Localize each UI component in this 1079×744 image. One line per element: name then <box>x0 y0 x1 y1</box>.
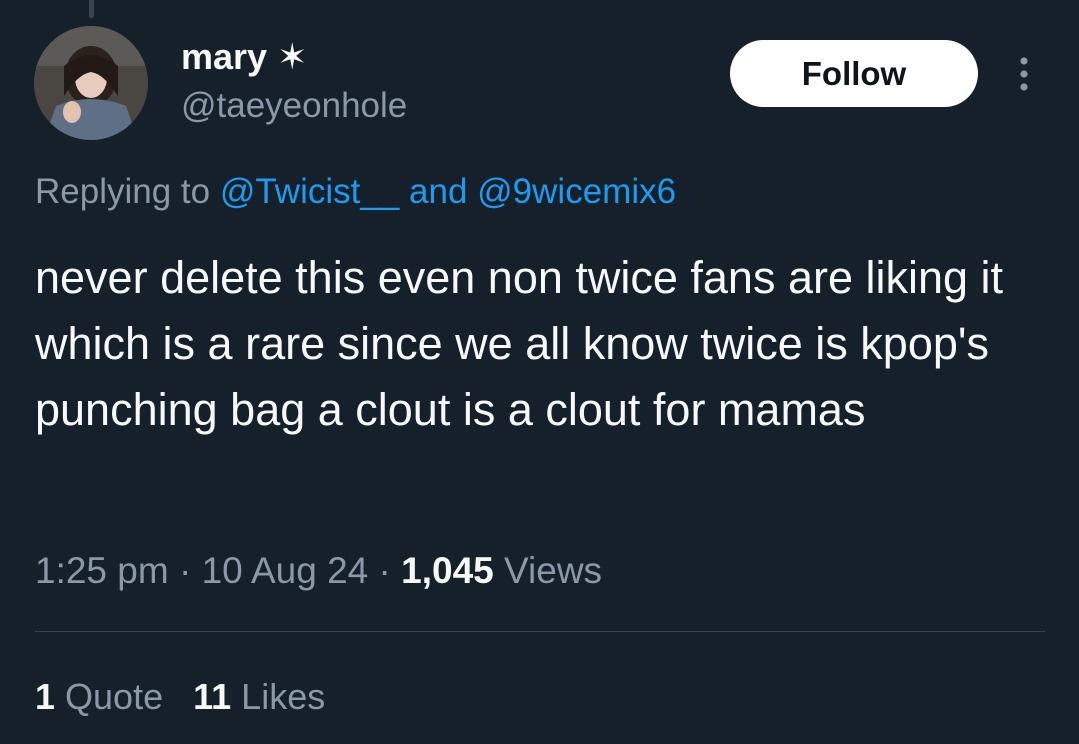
replying-to-line: Replying to @Twicist__ and @9wicemix6 <box>35 172 676 212</box>
display-name-text: mary <box>181 36 268 77</box>
tweet-date[interactable]: 10 Aug 24 <box>202 550 369 591</box>
tweet-meta: 1:25 pm · 10 Aug 24 · 1,045 Views <box>35 550 602 592</box>
user-handle[interactable]: @taeyeonhole <box>181 86 407 126</box>
user-photo-avatar-icon <box>34 26 148 140</box>
views-count: 1,045 <box>401 550 494 591</box>
mention-link-twicist[interactable]: @Twicist__ <box>220 172 399 211</box>
replying-to-joiner: and <box>399 172 478 211</box>
avatar[interactable] <box>34 26 148 140</box>
likes-label: Likes <box>231 676 326 717</box>
likes-count: 11 <box>193 676 232 717</box>
meta-separator: · <box>368 550 402 591</box>
profile-badge-icon: ✶ <box>277 36 308 77</box>
thread-connector-line <box>89 0 94 18</box>
likes-stat[interactable]: 11 Likes <box>193 676 325 718</box>
views-label: Views <box>493 550 603 591</box>
replying-to-prefix: Replying to <box>35 172 220 211</box>
quotes-count: 1 <box>35 676 56 717</box>
follow-button[interactable]: Follow <box>730 40 978 107</box>
quotes-label: Quote <box>55 676 164 717</box>
divider <box>35 631 1045 632</box>
quotes-stat[interactable]: 1 Quote <box>35 676 163 718</box>
more-vertical-icon[interactable] <box>1012 56 1036 92</box>
engagement-stats: 1 Quote 11 Likes <box>35 676 325 718</box>
mention-link-9wicemix6[interactable]: @9wicemix6 <box>477 172 676 211</box>
display-name[interactable]: mary ✶ <box>181 36 307 78</box>
tweet-text: never delete this even non twice fans ar… <box>35 252 1004 435</box>
tweet-time[interactable]: 1:25 pm <box>35 550 169 591</box>
meta-separator: · <box>168 550 202 591</box>
